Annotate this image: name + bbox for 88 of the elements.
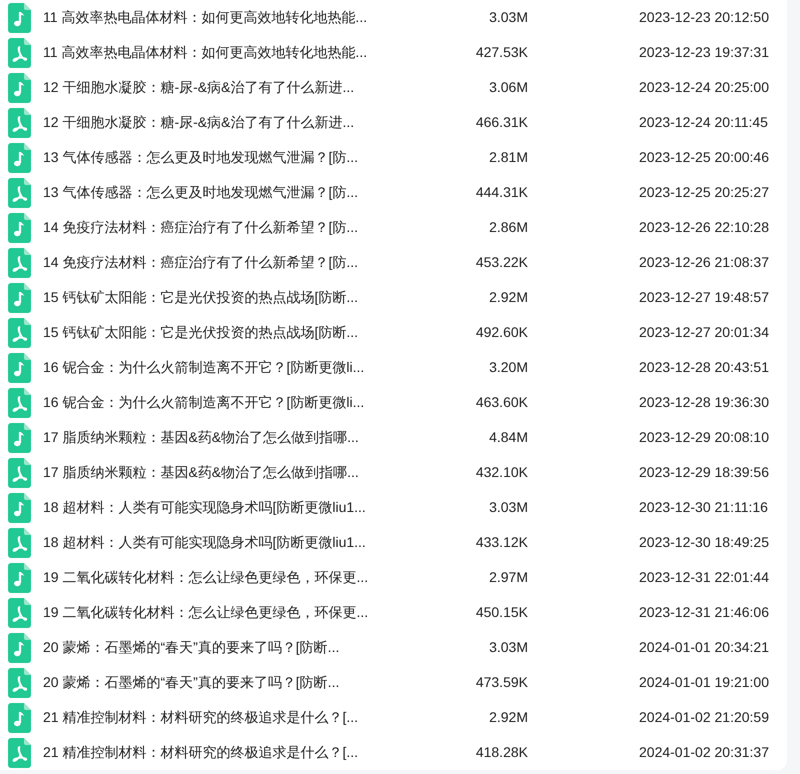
file-size: 4.84M — [488, 428, 528, 447]
file-size: 2.97M — [488, 568, 528, 587]
file-date: 2023-12-29 18:39:56 — [639, 463, 769, 482]
file-date: 2023-12-30 18:49:25 — [639, 533, 769, 552]
music-file-icon — [8, 2, 31, 32]
file-name[interactable]: 13 气体传感器：怎么更及时地发现燃气泄漏？[防... — [43, 147, 463, 168]
file-size: 2.92M — [488, 288, 528, 307]
music-file-icon — [8, 282, 31, 312]
file-name[interactable]: 18 超材料：人类有可能实现隐身术吗[防断更微liu1... — [43, 497, 463, 518]
music-file-icon — [8, 702, 31, 732]
file-size: 3.03M — [488, 638, 528, 657]
file-date: 2023-12-27 19:48:57 — [639, 288, 769, 307]
file-name[interactable]: 11 高效率热电晶体材料：如何更高效地转化地热能... — [43, 7, 463, 28]
file-date: 2023-12-31 21:46:06 — [639, 603, 769, 622]
file-size: 2.81M — [488, 148, 528, 167]
file-date: 2023-12-23 20:12:50 — [639, 8, 769, 27]
file-name[interactable]: 20 蒙烯：石墨烯的“春天”真的要来了吗？[防断... — [43, 637, 463, 658]
file-size: 418.28K — [474, 743, 528, 762]
file-date: 2023-12-24 20:11:45 — [639, 113, 768, 132]
pdf-file-icon — [8, 598, 31, 628]
file-date: 2023-12-29 20:08:10 — [639, 428, 769, 447]
file-name[interactable]: 16 铌合金：为什么火箭制造离不开它？[防断更微li... — [43, 357, 463, 378]
file-name[interactable]: 19 二氧化碳转化材料：怎么让绿色更绿色，环保更... — [43, 567, 463, 588]
pdf-file-icon — [8, 668, 31, 698]
pdf-file-icon — [8, 388, 31, 418]
pdf-file-icon — [8, 528, 31, 558]
file-name[interactable]: 19 二氧化碳转化材料：怎么让绿色更绿色，环保更... — [43, 602, 463, 623]
file-size: 433.12K — [474, 533, 528, 552]
file-size: 492.60K — [474, 323, 528, 342]
file-size: 3.06M — [488, 78, 528, 97]
file-date: 2023-12-24 20:25:00 — [639, 78, 769, 97]
pdf-file-icon — [8, 738, 31, 768]
music-file-icon — [8, 212, 31, 242]
file-name[interactable]: 17 脂质纳米颗粒：基因&药&物治了怎么做到指哪... — [43, 427, 463, 448]
file-name[interactable]: 14 免疫疗法材料：癌症治疗有了什么新希望？[防... — [43, 252, 463, 273]
file-name[interactable]: 12 干细胞水凝胶：糖-尿-&病&治了有了什么新进... — [43, 77, 463, 98]
file-size: 463.60K — [474, 393, 528, 412]
file-date: 2023-12-23 19:37:31 — [639, 43, 769, 62]
music-file-icon — [8, 562, 31, 592]
file-size: 3.03M — [488, 498, 528, 517]
file-name[interactable]: 12 干细胞水凝胶：糖-尿-&病&治了有了什么新进... — [43, 112, 463, 133]
file-size: 427.53K — [474, 43, 528, 62]
file-name[interactable]: 13 气体传感器：怎么更及时地发现燃气泄漏？[防... — [43, 182, 463, 203]
pdf-file-icon — [8, 318, 31, 348]
file-size: 473.59K — [474, 673, 528, 692]
music-file-icon — [8, 352, 31, 382]
file-date: 2023-12-27 20:01:34 — [639, 323, 769, 342]
file-name[interactable]: 20 蒙烯：石墨烯的“春天”真的要来了吗？[防断... — [43, 672, 463, 693]
file-date: 2023-12-31 22:01:44 — [639, 568, 769, 587]
file-size: 432.10K — [474, 463, 528, 482]
file-date: 2023-12-28 19:36:30 — [639, 393, 769, 412]
music-file-icon — [8, 632, 31, 662]
file-size: 2.92M — [488, 708, 528, 727]
file-date: 2023-12-26 21:08:37 — [639, 253, 769, 272]
file-size: 466.31K — [474, 113, 528, 132]
file-name[interactable]: 21 精准控制材料：材料研究的终极追求是什么？[... — [43, 742, 463, 763]
file-name[interactable]: 15 钙钛矿太阳能：它是光伏投资的热点战场[防断... — [43, 322, 463, 343]
file-size: 453.22K — [474, 253, 528, 272]
file-name[interactable]: 16 铌合金：为什么火箭制造离不开它？[防断更微li... — [43, 392, 463, 413]
file-size: 444.31K — [474, 183, 528, 202]
file-date: 2023-12-25 20:00:46 — [639, 148, 769, 167]
file-date: 2023-12-30 21:11:16 — [639, 498, 768, 517]
music-file-icon — [8, 142, 31, 172]
file-date: 2024-01-01 19:21:00 — [639, 673, 769, 692]
file-date: 2024-01-02 20:31:37 — [639, 743, 769, 762]
pdf-file-icon — [8, 178, 31, 208]
pdf-file-icon — [8, 248, 31, 278]
file-size: 450.15K — [474, 603, 528, 622]
file-size: 3.03M — [488, 8, 528, 27]
pdf-file-icon — [8, 108, 31, 138]
file-date: 2023-12-26 22:10:28 — [639, 218, 769, 237]
file-name[interactable]: 15 钙钛矿太阳能：它是光伏投资的热点战场[防断... — [43, 287, 463, 308]
pdf-file-icon — [8, 458, 31, 488]
file-name[interactable]: 21 精准控制材料：材料研究的终极追求是什么？[... — [43, 707, 463, 728]
file-size: 3.20M — [488, 358, 528, 377]
file-name[interactable]: 11 高效率热电晶体材料：如何更高效地转化地热能... — [43, 42, 463, 63]
pdf-file-icon — [8, 38, 31, 68]
file-date: 2024-01-01 20:34:21 — [639, 638, 769, 657]
music-file-icon — [8, 422, 31, 452]
file-date: 2024-01-02 21:20:59 — [639, 708, 769, 727]
file-date: 2023-12-28 20:43:51 — [639, 358, 769, 377]
file-name[interactable]: 14 免疫疗法材料：癌症治疗有了什么新希望？[防... — [43, 217, 463, 238]
music-file-icon — [8, 72, 31, 102]
music-file-icon — [8, 492, 31, 522]
file-name[interactable]: 18 超材料：人类有可能实现隐身术吗[防断更微liu1... — [43, 532, 463, 553]
file-size: 2.86M — [488, 218, 528, 237]
file-name[interactable]: 17 脂质纳米颗粒：基因&药&物治了怎么做到指哪... — [43, 462, 463, 483]
file-date: 2023-12-25 20:25:27 — [639, 183, 769, 202]
